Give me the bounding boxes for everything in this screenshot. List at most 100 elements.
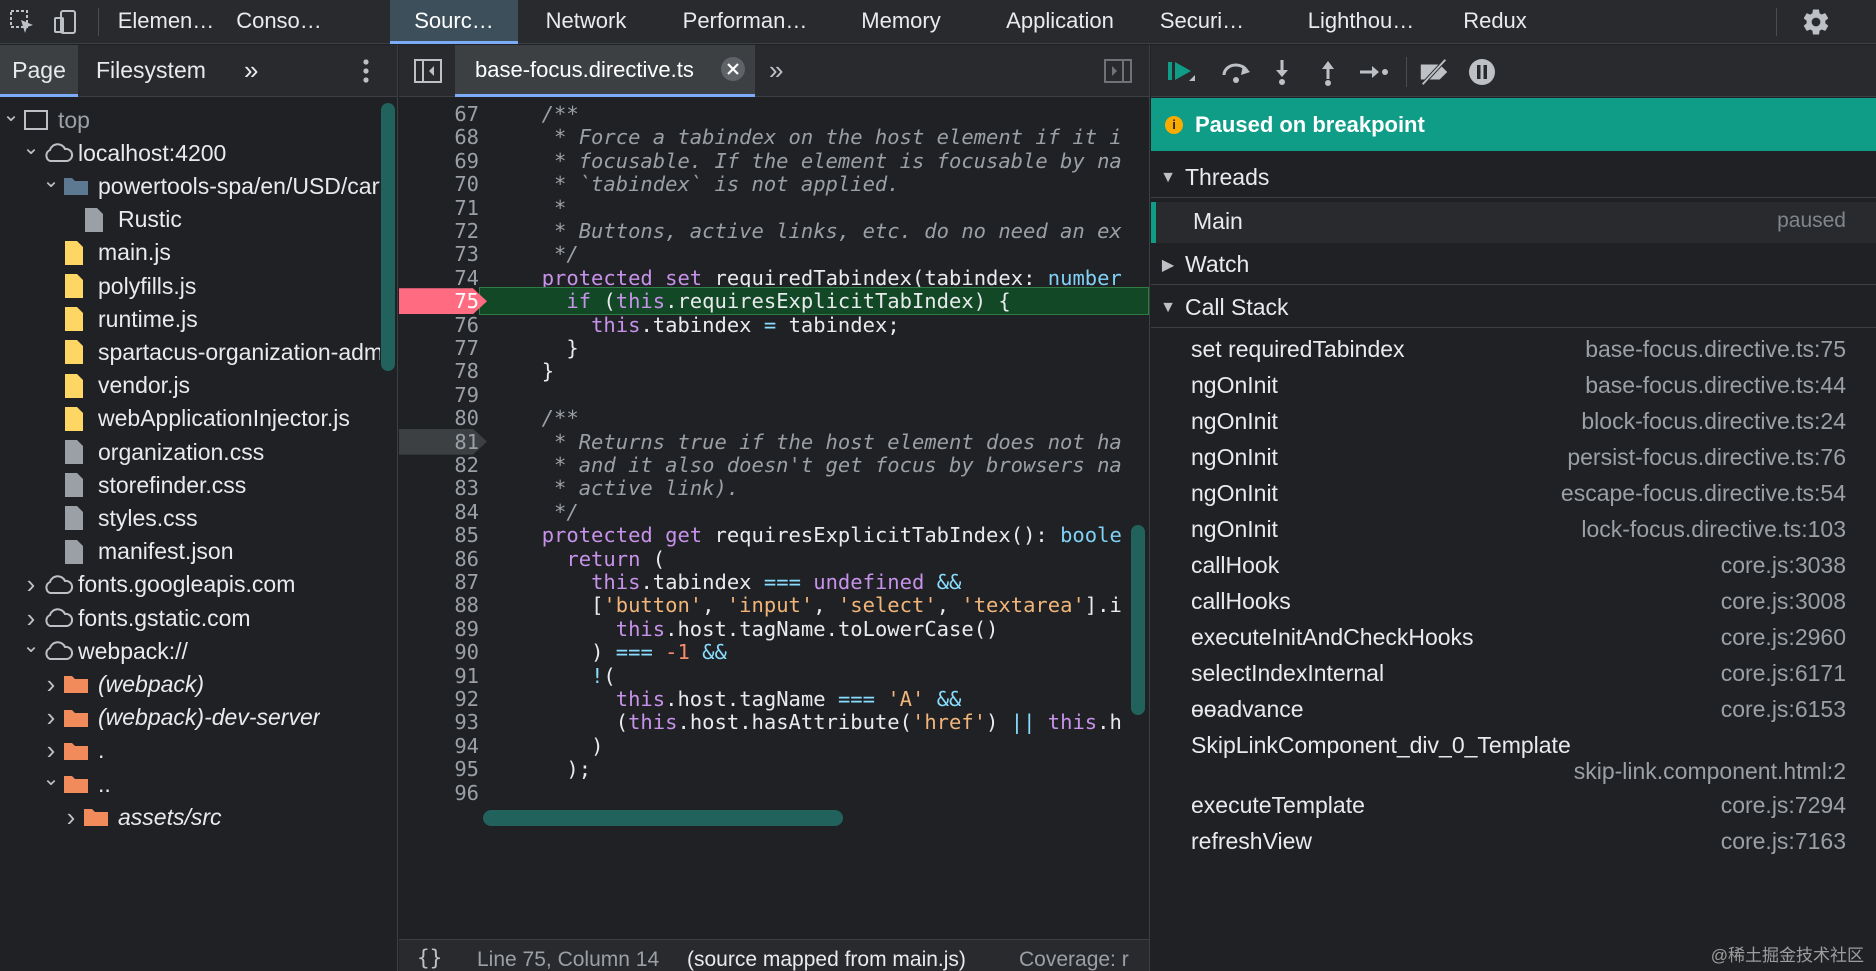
editor-vertical-scrollbar[interactable] bbox=[1131, 525, 1145, 715]
tab-performance[interactable]: Performan… bbox=[670, 0, 820, 44]
cursor-position: Line 75, Column 14 bbox=[477, 948, 660, 971]
tab-filesystem[interactable]: Filesystem bbox=[96, 45, 226, 97]
watch-section-header[interactable]: ▶ Watch bbox=[1151, 245, 1876, 285]
more-files-chevron-icon[interactable]: » bbox=[769, 45, 783, 95]
expand-chevron-down-icon[interactable]: ⌄ bbox=[20, 135, 42, 160]
editor-horizontal-scrollbar[interactable] bbox=[483, 810, 843, 826]
tree-item[interactable]: › assets/src bbox=[0, 798, 380, 836]
line-number[interactable]: 96 bbox=[399, 779, 479, 807]
tab-page[interactable]: Page bbox=[0, 45, 78, 97]
resume-icon[interactable] bbox=[1165, 55, 1199, 89]
call-frame-function: executeTemplate bbox=[1191, 792, 1365, 818]
pause-on-exceptions-icon[interactable] bbox=[1465, 55, 1499, 89]
kebab-menu-icon[interactable] bbox=[356, 55, 376, 87]
call-frame[interactable]: callHook core.js:3038 bbox=[1151, 548, 1876, 584]
call-frame-function: ngOnInit bbox=[1191, 516, 1278, 542]
expand-chevron-right-icon[interactable]: › bbox=[40, 669, 62, 700]
expand-chevron-down-icon[interactable]: ⌄ bbox=[0, 102, 22, 127]
tree-item-label: polyfills.js bbox=[98, 272, 197, 299]
call-frame[interactable]: ngOnInit block-focus.directive.ts:24 bbox=[1151, 404, 1876, 440]
document-file-icon bbox=[82, 205, 118, 235]
call-frame[interactable]: refreshView core.js:7163 bbox=[1151, 824, 1876, 860]
tree-item-label: manifest.json bbox=[98, 538, 234, 565]
call-frame[interactable]: executeInitAndCheckHooks core.js:2960 bbox=[1151, 620, 1876, 656]
expand-chevron-right-icon[interactable]: › bbox=[20, 569, 42, 600]
call-frame[interactable]: ngOnInit lock-focus.directive.ts:103 bbox=[1151, 512, 1876, 548]
more-tabs-chevron-icon[interactable]: » bbox=[244, 45, 274, 97]
toggle-navigator-icon[interactable] bbox=[413, 57, 443, 85]
call-frame-function: SkipLinkComponent_div_0_Template bbox=[1191, 732, 1571, 758]
open-file-tab[interactable]: base-focus.directive.ts bbox=[455, 45, 755, 97]
script-file-icon bbox=[62, 238, 98, 268]
callstack-section-header[interactable]: ▼ Call Stack bbox=[1151, 288, 1876, 328]
call-frame-location[interactable]: core.js:6171 bbox=[1721, 660, 1846, 687]
tab-sources[interactable]: Sourc… bbox=[390, 0, 518, 44]
call-frame[interactable]: set requiredTabindex base-focus.directive… bbox=[1151, 332, 1876, 368]
step-over-icon[interactable] bbox=[1219, 55, 1253, 89]
inspect-element-icon[interactable] bbox=[6, 6, 38, 38]
device-toolbar-icon[interactable] bbox=[50, 6, 82, 38]
thread-main[interactable]: Main paused bbox=[1151, 202, 1876, 243]
toggle-debugger-icon[interactable] bbox=[1103, 57, 1133, 85]
watermark: @稀土掘金技术社区 bbox=[1710, 946, 1864, 965]
tab-security[interactable]: Securi… bbox=[1146, 0, 1258, 44]
close-tab-icon[interactable] bbox=[721, 57, 745, 81]
script-file-icon bbox=[62, 404, 98, 434]
call-frame[interactable]: ɵɵadvance core.js:6153 bbox=[1151, 692, 1876, 728]
expand-chevron-down-icon[interactable]: ⌄ bbox=[40, 766, 62, 791]
call-frame[interactable]: selectIndexInternal core.js:6171 bbox=[1151, 656, 1876, 692]
call-frame-location[interactable]: core.js:7163 bbox=[1721, 828, 1846, 855]
call-frame[interactable]: ngOnInit persist-focus.directive.ts:76 bbox=[1151, 440, 1876, 476]
code-line[interactable]: 96 bbox=[399, 779, 1149, 807]
expand-chevron-right-icon[interactable]: › bbox=[60, 802, 82, 833]
script-file-icon bbox=[62, 337, 98, 367]
call-frame-location[interactable]: base-focus.directive.ts:44 bbox=[1585, 372, 1846, 399]
call-frame[interactable]: SkipLinkComponent_div_0_Template skip-lin… bbox=[1151, 728, 1876, 788]
call-frame-location[interactable]: core.js:2960 bbox=[1721, 624, 1846, 651]
call-frame[interactable]: callHooks core.js:3008 bbox=[1151, 584, 1876, 620]
tree-item-label: localhost:4200 bbox=[78, 139, 227, 166]
call-frame-location[interactable]: core.js:3008 bbox=[1721, 588, 1846, 615]
expand-chevron-right-icon[interactable]: › bbox=[40, 735, 62, 766]
tab-lighthouse[interactable]: Lighthou… bbox=[1296, 0, 1426, 44]
call-frame-location[interactable]: persist-focus.directive.ts:76 bbox=[1567, 444, 1846, 471]
call-frame-location[interactable]: base-focus.directive.ts:75 bbox=[1585, 336, 1846, 363]
tree-item-label: top bbox=[58, 106, 90, 133]
expand-chevron-right-icon[interactable]: › bbox=[40, 702, 62, 733]
debugger-toolbar bbox=[1151, 45, 1876, 97]
step-into-icon[interactable] bbox=[1265, 55, 1299, 89]
call-frame[interactable]: ngOnInit base-focus.directive.ts:44 bbox=[1151, 368, 1876, 404]
tab-network[interactable]: Network bbox=[530, 0, 642, 44]
folder-icon bbox=[62, 171, 98, 201]
code-view[interactable]: 67 /** 68 * Force a tabindex on the host … bbox=[399, 98, 1149, 918]
deactivate-breakpoints-icon[interactable] bbox=[1417, 55, 1451, 89]
call-frame-function: set requiredTabindex bbox=[1191, 336, 1405, 362]
call-frame-location[interactable]: skip-link.component.html:2 bbox=[1574, 758, 1846, 785]
gear-icon[interactable] bbox=[1800, 6, 1832, 38]
call-frame-location[interactable]: escape-focus.directive.ts:54 bbox=[1561, 480, 1846, 507]
call-frame-location[interactable]: block-focus.directive.ts:24 bbox=[1581, 408, 1846, 435]
tab-elements[interactable]: Elemen… bbox=[110, 0, 222, 44]
expand-chevron-down-icon[interactable]: ⌄ bbox=[40, 168, 62, 193]
call-frame[interactable]: executeTemplate core.js:7294 bbox=[1151, 788, 1876, 824]
tab-redux[interactable]: Redux bbox=[1450, 0, 1540, 44]
step-out-icon[interactable] bbox=[1311, 55, 1345, 89]
call-frame-location[interactable]: core.js:6153 bbox=[1721, 696, 1846, 723]
call-frame[interactable]: ngOnInit escape-focus.directive.ts:54 bbox=[1151, 476, 1876, 512]
expand-chevron-down-icon[interactable]: ⌄ bbox=[20, 633, 42, 658]
pretty-print-icon[interactable]: {} bbox=[417, 946, 442, 970]
call-frame-location[interactable]: core.js:7294 bbox=[1721, 792, 1846, 819]
coverage-status: Coverage: r bbox=[1019, 948, 1129, 971]
call-frame-location[interactable]: core.js:3038 bbox=[1721, 552, 1846, 579]
step-icon[interactable] bbox=[1357, 55, 1391, 89]
tab-application[interactable]: Application bbox=[980, 0, 1140, 44]
expand-chevron-right-icon[interactable]: › bbox=[20, 603, 42, 634]
tab-memory[interactable]: Memory bbox=[846, 0, 956, 44]
file-tab-label: base-focus.directive.ts bbox=[475, 57, 694, 82]
threads-section-header[interactable]: ▼ Threads bbox=[1151, 158, 1876, 198]
source-map-link[interactable]: (source mapped from main.js) bbox=[687, 948, 966, 971]
document-file-icon bbox=[62, 437, 98, 467]
navigator-scrollbar[interactable] bbox=[381, 103, 395, 371]
call-frame-location[interactable]: lock-focus.directive.ts:103 bbox=[1581, 516, 1846, 543]
tab-console[interactable]: Conso… bbox=[224, 0, 334, 44]
